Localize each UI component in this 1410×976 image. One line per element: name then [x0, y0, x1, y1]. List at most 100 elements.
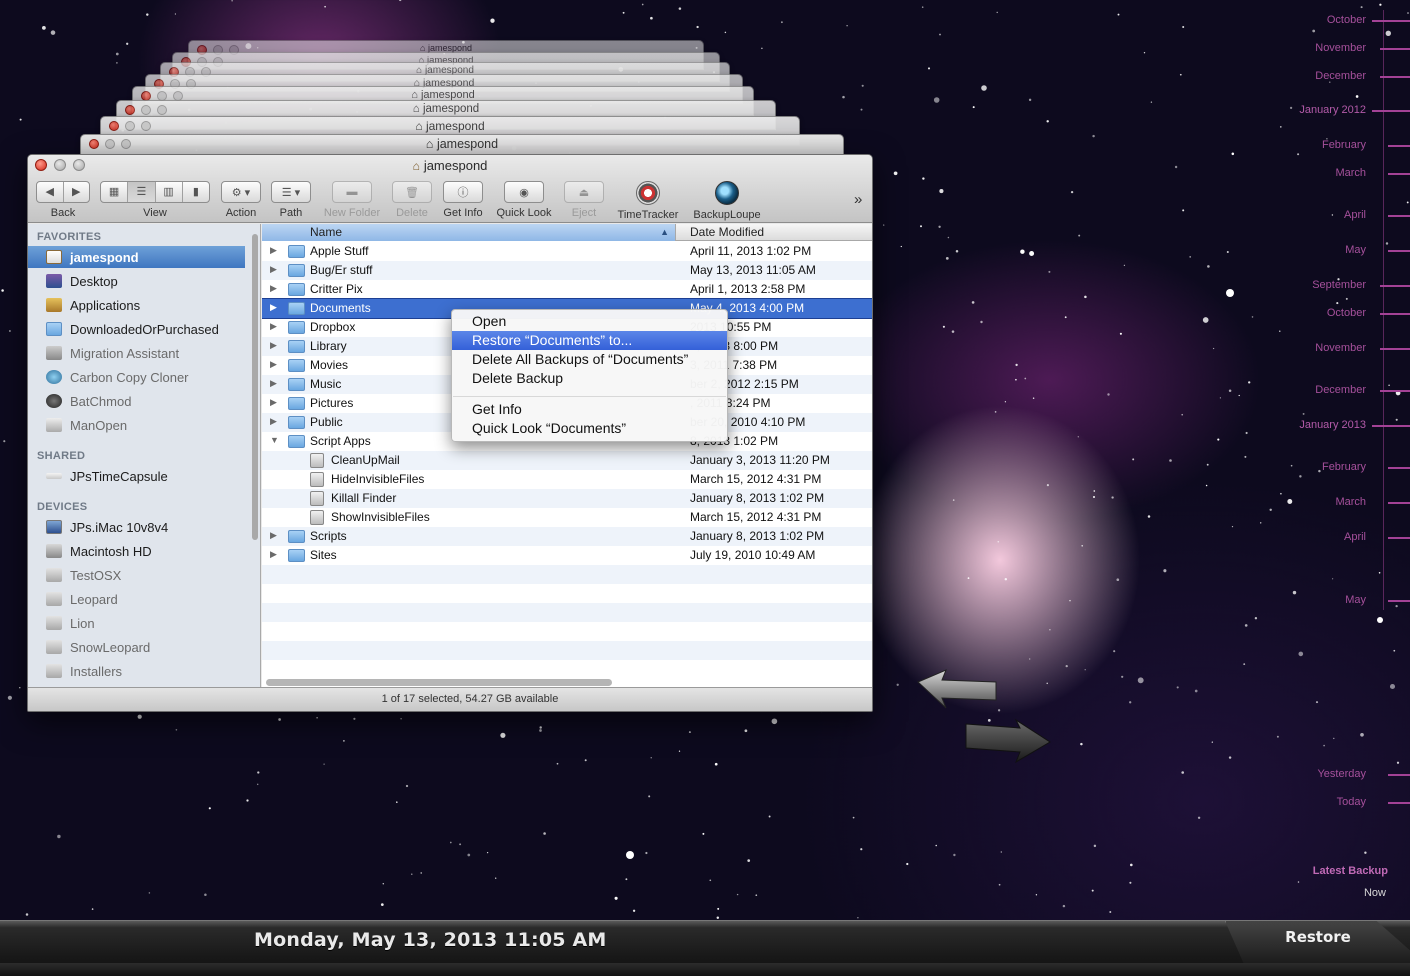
backuploupe-button[interactable]: BackupLoupe [690, 181, 764, 221]
sidebar-item[interactable]: Migration Assistant [28, 342, 245, 364]
back-in-time-arrow-icon[interactable] [912, 668, 1002, 716]
disclosure-closed-icon[interactable]: ▶ [270, 302, 277, 313]
menu-item-delete-backup[interactable]: Delete Backup [452, 369, 727, 388]
new-folder-button[interactable]: ▬ New Folder [320, 181, 384, 219]
timeline-label[interactable]: December [1315, 384, 1366, 396]
timeline-label[interactable]: September [1312, 279, 1366, 291]
sidebar-item[interactable]: jamespond [28, 246, 245, 268]
file-row[interactable]: ▶ Critter Pix April 1, 2013 2:58 PM [262, 280, 872, 299]
timeline-label[interactable]: November [1315, 42, 1366, 54]
timeline-label[interactable]: April [1344, 531, 1366, 543]
timeline-tick[interactable] [1372, 20, 1410, 22]
timeline-label[interactable]: October [1327, 14, 1366, 26]
disclosure-closed-icon[interactable]: ▶ [270, 549, 277, 560]
date-column-header[interactable]: Date Modified [690, 224, 764, 240]
forward-in-time-arrow-icon[interactable] [960, 718, 1056, 766]
timeline-tick[interactable] [1388, 215, 1410, 217]
file-row[interactable]: ▶ Scripts January 8, 2013 1:02 PM [262, 527, 872, 546]
file-row[interactable]: ▶ Sites July 19, 2010 10:49 AM [262, 546, 872, 565]
file-row[interactable]: HideInvisibleFiles March 15, 2012 4:31 PM [262, 470, 872, 489]
timeline-label[interactable]: Yesterday [1317, 768, 1366, 780]
disclosure-closed-icon[interactable]: ▶ [270, 397, 277, 408]
timeline[interactable]: October November December January 2012 Febru… [1280, 0, 1410, 920]
toolbar-overflow-icon[interactable]: » [854, 191, 862, 208]
sidebar-item[interactable]: Leopard [28, 588, 245, 610]
timeline-tick[interactable] [1388, 173, 1410, 175]
sidebar-item[interactable]: JPsTimeCapsule [28, 465, 245, 487]
timeline-label[interactable]: May [1345, 244, 1366, 256]
menu-item-restore-to[interactable]: Restore “Documents” to... [452, 331, 727, 350]
timeline-tick[interactable] [1388, 802, 1410, 804]
timeline-label[interactable]: May [1345, 594, 1366, 606]
disclosure-closed-icon[interactable]: ▶ [270, 359, 277, 370]
timeline-tick[interactable] [1380, 285, 1410, 287]
disclosure-closed-icon[interactable]: ▶ [270, 340, 277, 351]
menu-item-open[interactable]: Open [452, 312, 727, 331]
restore-button[interactable]: Restore [1225, 921, 1410, 963]
get-info-button[interactable]: ⓘ Get Info [440, 181, 486, 219]
file-row[interactable]: Killall Finder January 8, 2013 1:02 PM [262, 489, 872, 508]
sidebar-item[interactable]: DownloadedOrPurchased [28, 318, 245, 340]
column-view-icon[interactable]: ▥ [156, 182, 183, 202]
action-menu[interactable]: ⚙ ▾ Action [221, 181, 261, 219]
timeline-tick[interactable] [1380, 390, 1410, 392]
timeline-tick[interactable] [1388, 600, 1410, 602]
timeline-tick[interactable] [1388, 145, 1410, 147]
timeline-label[interactable]: January 2012 [1299, 104, 1366, 116]
horizontal-scrollbar[interactable] [266, 679, 612, 686]
list-view-icon[interactable]: ☰ [128, 182, 156, 202]
finder-window[interactable]: ⌂ jamespond ◀ ▶ Back ▦ ☰ ▥ ▮ View ⚙ ▾ Act… [27, 154, 873, 712]
sidebar-item[interactable]: Installers [28, 660, 245, 682]
quick-look-button[interactable]: ◉ Quick Look [492, 181, 556, 219]
coverflow-view-icon[interactable]: ▮ [183, 182, 209, 202]
timeline-tick[interactable] [1388, 774, 1410, 776]
timeline-tick[interactable] [1372, 425, 1410, 427]
sidebar-item[interactable]: JPs.iMac 10v8v4 [28, 516, 245, 538]
sidebar-item[interactable]: BatChmod [28, 390, 245, 412]
timeline-label[interactable]: February [1322, 461, 1366, 473]
sidebar-scrollbar[interactable] [252, 234, 258, 540]
timeline-tick[interactable] [1380, 313, 1410, 315]
disclosure-closed-icon[interactable]: ▶ [270, 416, 277, 427]
disclosure-closed-icon[interactable]: ▶ [270, 283, 277, 294]
timeline-label[interactable]: March [1335, 496, 1366, 508]
path-menu[interactable]: ☰ ▾ Path [271, 181, 311, 219]
file-row[interactable]: CleanUpMail January 3, 2013 11:20 PM [262, 451, 872, 470]
icon-view-icon[interactable]: ▦ [101, 182, 129, 202]
back-arrow-icon[interactable]: ◀ [37, 182, 64, 202]
sidebar-item[interactable]: ManOpen [28, 414, 245, 436]
sidebar-item[interactable]: Macintosh HD [28, 540, 245, 562]
timetracker-button[interactable]: TimeTracker [613, 181, 683, 221]
timeline-tick[interactable] [1380, 48, 1410, 50]
name-column-header[interactable]: Name ▲ [262, 224, 676, 241]
timeline-label[interactable]: November [1315, 342, 1366, 354]
menu-item-get-info[interactable]: Get Info [452, 400, 727, 419]
timeline-tick[interactable] [1380, 348, 1410, 350]
disclosure-open-icon[interactable]: ▼ [270, 435, 279, 445]
timeline-label[interactable]: Now [1364, 887, 1386, 899]
disclosure-closed-icon[interactable]: ▶ [270, 321, 277, 332]
timeline-label[interactable]: December [1315, 70, 1366, 82]
sidebar-item[interactable]: Desktop [28, 270, 245, 292]
delete-button[interactable]: 🗑 Delete [392, 181, 432, 219]
title-bar[interactable]: ⌂ jamespond ◀ ▶ Back ▦ ☰ ▥ ▮ View ⚙ ▾ Act… [28, 155, 872, 223]
file-row[interactable]: ▶ Apple Stuff April 11, 2013 1:02 PM [262, 242, 872, 261]
menu-item-quick-look[interactable]: Quick Look “Documents” [452, 419, 727, 438]
disclosure-closed-icon[interactable]: ▶ [270, 378, 277, 389]
timeline-tick[interactable] [1380, 76, 1410, 78]
timeline-tick[interactable] [1372, 110, 1410, 112]
sidebar-item[interactable]: Lion [28, 612, 245, 634]
timeline-label[interactable]: Today [1337, 796, 1366, 808]
disclosure-closed-icon[interactable]: ▶ [270, 264, 277, 275]
timeline-label[interactable]: March [1335, 167, 1366, 179]
menu-item-delete-all-backups[interactable]: Delete All Backups of “Documents” [452, 350, 727, 369]
eject-button[interactable]: ⏏ Eject [564, 181, 604, 219]
disclosure-closed-icon[interactable]: ▶ [270, 245, 277, 256]
disclosure-closed-icon[interactable]: ▶ [270, 530, 277, 541]
timeline-label[interactable]: January 2013 [1299, 419, 1366, 431]
sidebar-item[interactable]: SnowLeopard [28, 636, 245, 658]
sidebar-item[interactable]: TestOSX [28, 564, 245, 586]
timeline-tick[interactable] [1388, 467, 1410, 469]
timeline-label[interactable]: Latest Backup [1313, 865, 1388, 877]
file-row[interactable]: ▶ Bug/Er stuff May 13, 2013 11:05 AM [262, 261, 872, 280]
